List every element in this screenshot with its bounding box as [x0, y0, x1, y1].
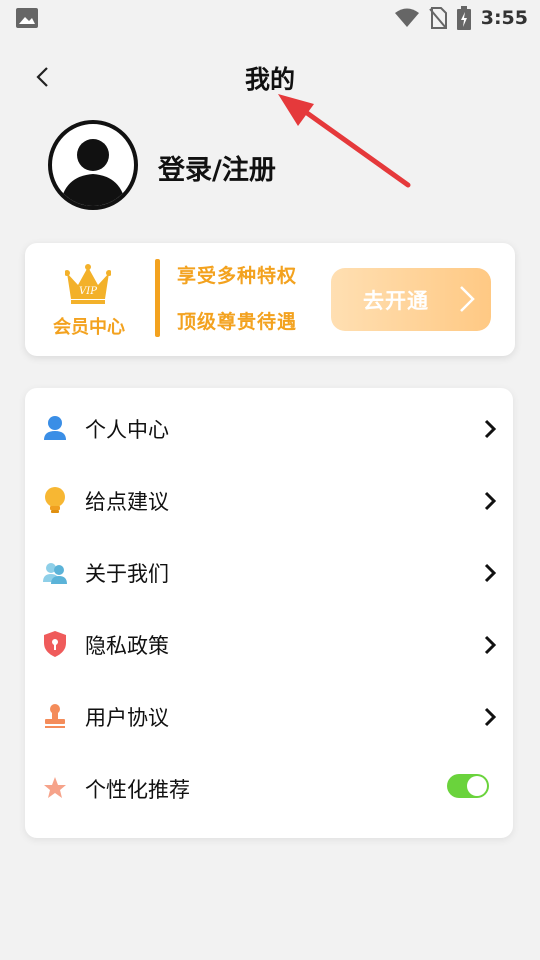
menu-item-label: 用户协议: [85, 706, 169, 730]
battery-charging-icon: [456, 6, 471, 30]
personalized-recommendation-toggle[interactable]: [447, 774, 489, 798]
vip-card: VIP 会员中心 享受多种特权 顶级尊贵待遇 去开通: [25, 243, 515, 356]
chevron-right-icon: [484, 635, 497, 655]
menu-item-feedback[interactable]: 给点建议: [25, 464, 513, 536]
chevron-right-icon: [484, 707, 497, 727]
menu-item-personal-center[interactable]: 个人中心: [25, 392, 513, 464]
chevron-right-icon: [484, 419, 497, 439]
chevron-right-icon: [484, 563, 497, 583]
activate-vip-label: 去开通: [363, 288, 429, 313]
page-title: 我的: [244, 65, 295, 94]
status-time: 3:55: [480, 7, 528, 29]
vip-benefit-line1: 享受多种特权: [177, 265, 298, 287]
vip-divider: [155, 259, 160, 337]
menu-item-label: 给点建议: [85, 490, 169, 514]
shield-icon: [44, 631, 66, 657]
login-register-link[interactable]: 登录/注册: [158, 148, 276, 187]
menu-item-user-agreement[interactable]: 用户协议: [25, 680, 513, 752]
image-icon: [16, 8, 38, 28]
person-icon: [44, 416, 66, 440]
chevron-right-icon: [460, 286, 475, 312]
settings-menu: 个人中心 给点建议 关于我们 隐私政策 用户协议 个性化推荐: [25, 388, 513, 838]
lightbulb-icon: [45, 487, 65, 513]
activate-vip-button[interactable]: 去开通: [331, 268, 491, 331]
vip-badge-text: VIP: [79, 286, 97, 297]
toggle-knob: [467, 776, 487, 796]
vip-center-label: 会员中心: [53, 317, 125, 338]
menu-item-about-us[interactable]: 关于我们: [25, 536, 513, 608]
menu-item-personalized-recommendation: 个性化推荐: [25, 752, 513, 824]
vip-crown-icon: VIP: [65, 264, 111, 304]
menu-item-label: 隐私政策: [85, 634, 169, 658]
no-sim-icon: [428, 7, 447, 29]
profile-section[interactable]: 登录/注册: [48, 120, 508, 212]
vip-benefit-line2: 顶级尊贵待遇: [177, 311, 298, 333]
user-avatar-icon[interactable]: [48, 120, 138, 210]
star-icon: [44, 777, 66, 798]
status-bar: 3:55: [0, 0, 540, 36]
wifi-icon: [394, 8, 419, 27]
menu-item-label: 个人中心: [85, 418, 169, 442]
stamp-icon: [45, 704, 65, 728]
chevron-right-icon: [484, 491, 497, 511]
group-icon: [43, 563, 67, 584]
menu-item-label: 个性化推荐: [85, 778, 190, 802]
menu-item-privacy-policy[interactable]: 隐私政策: [25, 608, 513, 680]
menu-item-label: 关于我们: [85, 562, 169, 586]
